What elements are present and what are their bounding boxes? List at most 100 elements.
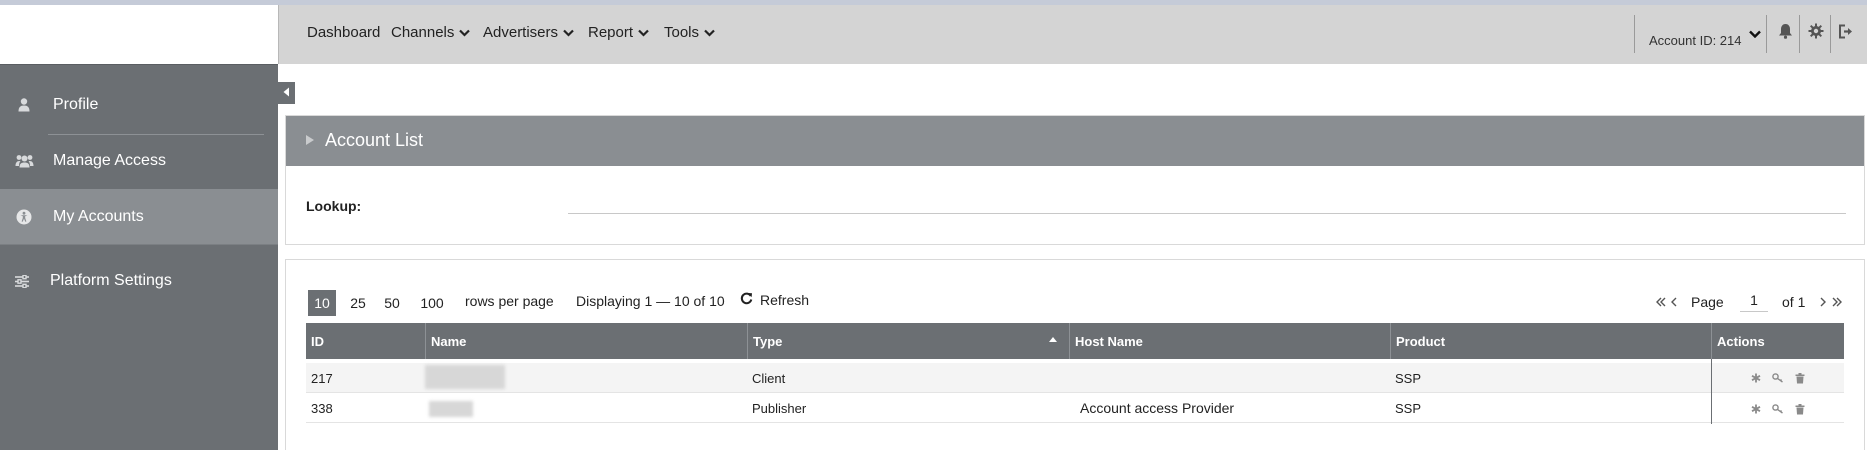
cell-type: Publisher: [752, 400, 807, 416]
caret-right-icon: [306, 135, 314, 145]
sort-ascending-icon: [1049, 337, 1057, 342]
bell-icon[interactable]: [1775, 21, 1795, 41]
trash-icon[interactable]: [1794, 372, 1806, 384]
column-header-label: Host Name: [1075, 333, 1143, 349]
sidebar-collapse-toggle[interactable]: [278, 82, 295, 104]
actions-column-divider: [1711, 359, 1712, 424]
sidebar-divider: [0, 244, 278, 245]
rows-per-page-10[interactable]: 10: [308, 290, 336, 316]
refresh-icon: [740, 292, 760, 308]
nav-tools[interactable]: Tools: [664, 5, 715, 60]
next-page-icon[interactable]: [1820, 290, 1826, 314]
caret-left-icon: [283, 84, 290, 102]
nav-tools-label: Tools: [664, 24, 700, 41]
edit-asterisk-icon[interactable]: [1750, 372, 1762, 384]
nav-advertisers[interactable]: Advertisers: [483, 5, 574, 60]
gear-icon[interactable]: [1806, 21, 1826, 41]
page-number-input[interactable]: [1740, 288, 1768, 312]
account-list-panel: Account List Lookup:: [285, 115, 1865, 245]
accessibility-icon: [12, 209, 36, 225]
nav-report-label: Report: [588, 24, 634, 41]
cell-name: [425, 393, 747, 423]
nav-advertisers-label: Advertisers: [483, 24, 559, 41]
last-page-icon[interactable]: [1832, 290, 1842, 314]
redacted-name: [429, 401, 473, 417]
cell-product: SSP: [1395, 370, 1422, 386]
sidebar-item-label: Manage Access: [53, 152, 166, 169]
column-header-label: Name: [431, 333, 467, 349]
sidebar-item-manage-access[interactable]: Manage Access: [0, 140, 278, 182]
chevron-down-icon: [638, 24, 649, 41]
chevron-down-icon: [459, 24, 471, 41]
account-id-label: Account ID: 214: [1649, 33, 1742, 48]
nav-divider: [1799, 15, 1800, 53]
sidebar-item-platform-settings[interactable]: Platform Settings: [0, 260, 278, 302]
refresh-button[interactable]: Refresh: [740, 292, 809, 308]
column-header-product[interactable]: Product: [1390, 323, 1711, 359]
column-header-name[interactable]: Name: [425, 323, 747, 359]
column-header-label: Product: [1396, 333, 1446, 349]
user-icon: [12, 98, 36, 112]
trash-icon[interactable]: [1794, 403, 1806, 415]
nav-divider: [1766, 15, 1767, 53]
column-header-label: Type: [753, 333, 783, 349]
rows-per-page-50[interactable]: 50: [378, 290, 406, 316]
rows-per-page-100[interactable]: 100: [415, 290, 449, 316]
nav-divider: [1634, 15, 1635, 53]
rows-per-page-label: rows per page: [465, 293, 554, 309]
sign-out-icon[interactable]: [1836, 21, 1856, 41]
page-total-label: of 1: [1782, 294, 1806, 310]
column-header-host-name[interactable]: Host Name: [1069, 323, 1390, 359]
rows-per-page-option: 50: [384, 295, 400, 311]
account-dropdown-chevron-icon[interactable]: [1745, 24, 1765, 44]
sidebar-item-label: Platform Settings: [50, 272, 172, 289]
account-list-header[interactable]: Account List: [286, 116, 1864, 166]
users-icon: [12, 154, 36, 168]
key-icon[interactable]: [1772, 403, 1784, 415]
redacted-name: [425, 365, 505, 389]
rows-per-page-25[interactable]: 25: [344, 290, 372, 316]
display-count: Displaying 1 — 10 of 10: [576, 293, 725, 309]
lookup-input[interactable]: [568, 182, 1846, 214]
cell-id: 338: [311, 400, 333, 416]
column-header-type[interactable]: Type: [747, 323, 1069, 359]
prev-page-icon[interactable]: [1671, 290, 1677, 314]
nav-channels-label: Channels: [391, 24, 455, 41]
chevron-down-icon: [704, 24, 715, 41]
cell-type: Client: [752, 370, 786, 386]
page-label: Page: [1691, 294, 1724, 310]
table-header: ID Name Type Host Name Product Actions: [306, 323, 1844, 359]
rows-per-page-option: 10: [314, 295, 330, 311]
nav-dashboard[interactable]: Dashboard: [307, 5, 380, 60]
nav-divider: [1830, 15, 1831, 53]
cell-id: 217: [311, 370, 333, 386]
top-navigation: Dashboard Channels Advertisers Report To…: [278, 5, 1867, 64]
sidebar-item-profile[interactable]: Profile: [0, 84, 278, 126]
rows-per-page-option: 100: [420, 295, 444, 311]
cell-host-name: [1069, 363, 1390, 393]
column-header-id[interactable]: ID: [306, 323, 425, 359]
cell-host-name: Account access Provider: [1080, 400, 1235, 416]
cell-name: [425, 363, 747, 393]
sidebar-item-my-accounts[interactable]: My Accounts: [0, 189, 278, 244]
table-row[interactable]: 338 Publisher Account access Provider SS…: [306, 393, 1844, 423]
column-header-label: ID: [311, 333, 324, 349]
nav-channels[interactable]: Channels: [391, 5, 471, 60]
table-row[interactable]: 217 Client SSP: [306, 363, 1844, 393]
panel-title: Account List: [325, 130, 424, 150]
refresh-label: Refresh: [760, 292, 810, 308]
first-page-icon[interactable]: [1656, 290, 1666, 314]
column-header-actions: Actions: [1711, 323, 1844, 359]
sliders-icon: [10, 274, 34, 288]
key-icon[interactable]: [1772, 372, 1784, 384]
edit-asterisk-icon[interactable]: [1750, 403, 1762, 415]
chevron-down-icon: [563, 24, 574, 41]
lookup-label: Lookup:: [306, 198, 362, 214]
nav-report[interactable]: Report: [588, 5, 649, 60]
logo-area: [0, 5, 278, 64]
column-header-label: Actions: [1717, 333, 1765, 349]
rows-per-page-option: 25: [350, 295, 366, 311]
nav-dashboard-label: Dashboard: [307, 24, 381, 41]
sidebar-divider: [48, 134, 264, 135]
sidebar-item-label: My Accounts: [53, 207, 144, 225]
